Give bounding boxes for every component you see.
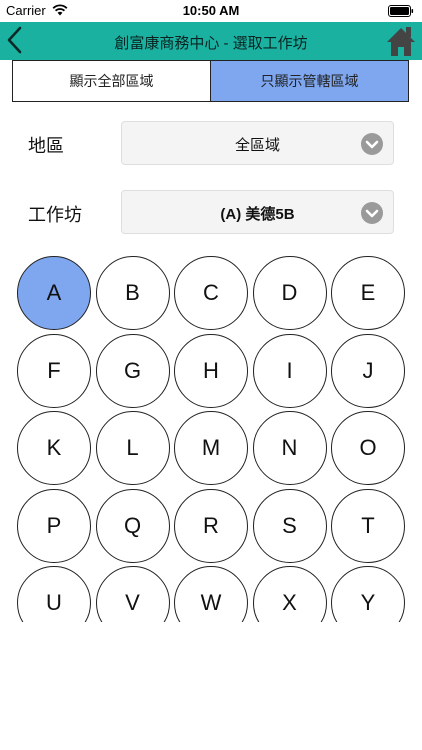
letter-button-y[interactable]: Y: [331, 566, 405, 622]
workshop-dropdown[interactable]: (A) 美德5B: [121, 190, 394, 234]
status-bar: Carrier 10:50 AM: [0, 0, 422, 22]
letter-button-p[interactable]: P: [17, 488, 91, 563]
letter-button-w[interactable]: W: [174, 566, 248, 622]
home-icon[interactable]: [386, 25, 416, 57]
region-label: 地區: [28, 136, 64, 156]
letter-button-k[interactable]: K: [17, 411, 91, 485]
letter-button-r[interactable]: R: [174, 488, 248, 563]
letter-button-j[interactable]: J: [331, 333, 405, 408]
area-filter-segment: 顯示全部區域 只顯示管轄區域: [12, 60, 409, 102]
show-all-areas-button[interactable]: 顯示全部區域: [13, 61, 211, 101]
chevron-down-icon: [361, 202, 383, 224]
letter-button-u[interactable]: U: [17, 566, 91, 622]
letter-button-d[interactable]: D: [252, 256, 327, 330]
letter-button-h[interactable]: H: [174, 333, 248, 408]
page-title: 創富康商務中心 - 選取工作坊: [114, 35, 308, 52]
letter-button-a[interactable]: A: [17, 256, 91, 330]
status-time: 10:50 AM: [182, 3, 240, 18]
region-dropdown[interactable]: 全區域: [121, 121, 394, 165]
letter-grid: ABCDE FGHIJ KLMNO PQRST UVWXY: [17, 256, 407, 622]
battery-icon: [388, 5, 414, 17]
letter-button-q[interactable]: Q: [95, 488, 170, 563]
letter-button-m[interactable]: M: [174, 411, 248, 485]
letter-button-l[interactable]: L: [95, 411, 170, 485]
show-managed-areas-button[interactable]: 只顯示管轄區域: [211, 61, 408, 101]
letter-button-i[interactable]: I: [252, 333, 327, 408]
letter-button-n[interactable]: N: [252, 411, 327, 485]
letter-button-s[interactable]: S: [252, 488, 327, 563]
letter-button-b[interactable]: B: [95, 256, 170, 330]
letter-button-o[interactable]: O: [331, 411, 405, 485]
letter-button-e[interactable]: E: [331, 256, 405, 330]
letter-button-f[interactable]: F: [17, 333, 91, 408]
workshop-value: (A) 美德5B: [220, 206, 295, 223]
letter-button-g[interactable]: G: [95, 333, 170, 408]
letter-button-t[interactable]: T: [331, 488, 405, 563]
letter-button-v[interactable]: V: [95, 566, 170, 622]
region-value: 全區域: [234, 137, 280, 154]
nav-bar: 創富康商務中心 - 選取工作坊: [0, 22, 422, 60]
chevron-down-icon: [361, 133, 383, 155]
letter-button-c[interactable]: C: [174, 256, 248, 330]
workshop-label: 工作坊: [28, 205, 82, 225]
letter-button-x[interactable]: X: [252, 566, 327, 622]
